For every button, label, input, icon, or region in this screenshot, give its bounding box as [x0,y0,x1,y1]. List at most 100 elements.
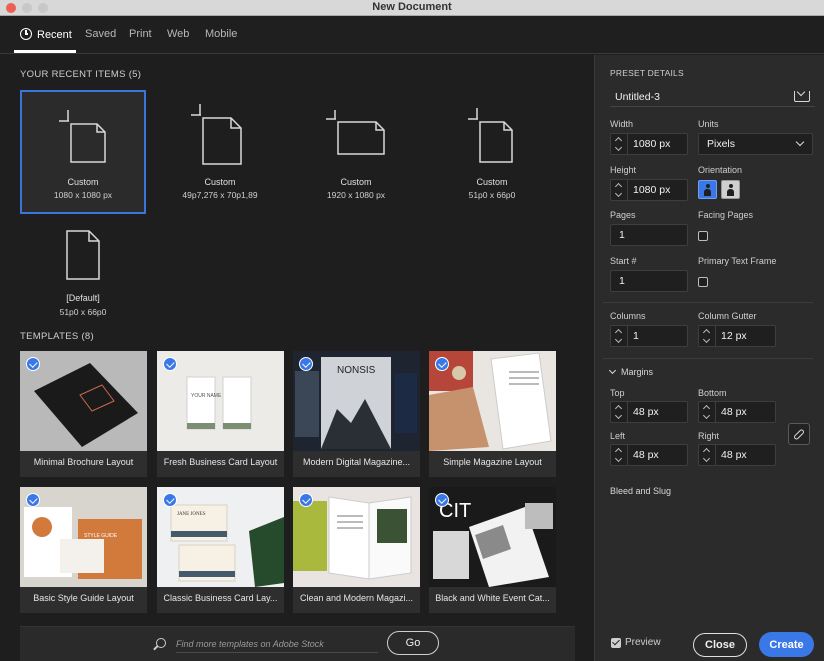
thumb-text: JANE JONES [177,512,206,517]
thumb-text: YOUR NAME [191,393,222,399]
document-name-field[interactable]: Untitled-3 [615,91,660,103]
window-title: New Document [372,1,452,13]
recent-heading-text: YOUR RECENT ITEMS [20,69,126,80]
stepper-arrows-icon[interactable] [615,447,623,463]
primary-text-frame-checkbox[interactable] [698,277,708,287]
stepper-arrows-icon[interactable] [615,136,623,152]
close-button[interactable]: Close [693,633,747,657]
orientation-label: Orientation [698,165,743,175]
stock-search-input[interactable] [176,635,378,653]
stepper-arrows-icon[interactable] [615,328,623,344]
template-card[interactable]: Clean and Modern Magazi... [293,487,420,613]
portrait-orientation-button[interactable] [698,180,717,199]
template-card[interactable]: YOUR NAME Fresh Business Card Layout [157,351,284,477]
right-margin-value: 48 px [721,449,747,461]
recent-item[interactable]: Custom 49p7,276 x 70p1,89 [157,90,283,214]
margins-label: Margins [621,367,654,377]
height-stepper[interactable]: 1080 px [610,179,688,201]
recent-item-name: [Default] [66,293,100,303]
gutter-value: 12 px [721,330,747,342]
tab-print[interactable]: Print [129,28,152,40]
landscape-icon [727,184,734,196]
right-margin-label: Right [698,431,720,441]
start-label: Start # [610,256,637,266]
bottom-margin-stepper[interactable]: 48 px [698,401,776,423]
templates-heading: TEMPLATES (8) [20,331,94,342]
template-label: Basic Style Guide Layout [33,593,134,603]
bleed-label: Bleed and Slug [610,486,672,496]
width-stepper[interactable]: 1080 px [610,133,688,155]
top-margin-label: Top [610,388,625,398]
document-icon [191,104,242,165]
selected-check-icon [163,493,177,507]
recent-item[interactable]: Custom 1920 x 1080 px [293,90,419,214]
right-margin-stepper[interactable]: 48 px [698,444,776,466]
column-gutter-label: Column Gutter [698,311,757,321]
portrait-icon [704,184,711,196]
pages-field[interactable]: 1 [610,224,688,246]
template-label: Black and White Event Cat... [435,593,550,603]
create-button[interactable]: Create [759,632,814,657]
width-label: Width [610,119,634,129]
units-select[interactable]: Pixels [698,133,813,155]
left-margin-stepper[interactable]: 48 px [610,444,688,466]
columns-stepper[interactable]: 1 [610,325,688,347]
margins-disclosure[interactable]: Margins [608,366,654,377]
recent-item-name: Custom [476,177,508,187]
tab-mobile[interactable]: Mobile [205,28,237,40]
template-card[interactable]: STYLE GUIDE Basic Style Guide Layout [20,487,147,613]
stock-search-bar: Go [20,626,575,661]
go-button[interactable]: Go [387,631,439,655]
selected-check-icon [26,493,40,507]
recent-item-size: 1920 x 1080 px [326,190,386,200]
stepper-arrows-icon[interactable] [703,404,711,420]
recent-item[interactable]: Custom 51p0 x 66p0 [429,90,555,214]
primary-text-frame-label: Primary Text Frame [698,256,777,266]
document-icon [468,108,513,163]
recent-items-heading: YOUR RECENT ITEMS (5) [20,69,141,80]
save-preset-icon[interactable] [794,87,810,103]
stepper-arrows-icon[interactable] [615,404,623,420]
recent-item[interactable]: Custom 1080 x 1080 px [20,90,146,214]
tab-web[interactable]: Web [167,28,189,40]
template-label: Classic Business Card Lay... [163,593,278,603]
stepper-arrows-icon[interactable] [703,447,711,463]
bleed-and-slug-disclosure[interactable]: Bleed and Slug [610,486,671,496]
landscape-orientation-button[interactable] [721,180,740,199]
template-card[interactable]: Simple Magazine Layout [429,351,556,477]
top-margin-stepper[interactable]: 48 px [610,401,688,423]
template-card[interactable]: JANE JONES Classic Business Card Lay... [157,487,284,613]
facing-pages-checkbox[interactable] [698,231,708,241]
template-card[interactable]: NONSIS Modern Digital Magazine... [293,351,420,477]
stepper-arrows-icon[interactable] [615,182,623,198]
divider [603,302,813,303]
start-page-field[interactable]: 1 [610,270,688,292]
document-icon [66,230,100,280]
divider [603,358,813,359]
height-value: 1080 px [633,184,671,196]
selected-check-icon [163,357,177,371]
recent-item-size: 51p0 x 66p0 [468,190,516,200]
columns-label: Columns [610,311,646,321]
chevron-down-icon [795,137,805,147]
title-bar: New Document [0,0,824,16]
active-tab-indicator [14,50,76,53]
category-tabs: Recent Saved Print Web Mobile [0,17,824,54]
preset-details-panel: PRESET DETAILS Untitled-3 Width 1080 px … [594,55,824,661]
tab-saved[interactable]: Saved [85,28,116,40]
template-card[interactable]: CIT Black and White Event Cat... [429,487,556,613]
tab-label: Recent [37,29,72,41]
bottom-margin-label: Bottom [698,388,727,398]
column-gutter-stepper[interactable]: 12 px [698,325,776,347]
link-margins-button[interactable] [788,423,810,445]
preview-checkbox[interactable] [611,638,621,648]
recent-item[interactable]: [Default] 51p0 x 66p0 [20,221,146,345]
stepper-arrows-icon[interactable] [703,328,711,344]
template-label: Modern Digital Magazine... [302,457,411,467]
recent-item-name: Custom [204,177,236,187]
recent-item-name: Custom [67,177,99,187]
tab-recent[interactable]: Recent [20,28,72,41]
template-card[interactable]: Minimal Brochure Layout [20,351,147,477]
preset-details-heading: PRESET DETAILS [610,68,684,78]
recent-item-size: 49p7,276 x 70p1,89 [182,190,258,200]
